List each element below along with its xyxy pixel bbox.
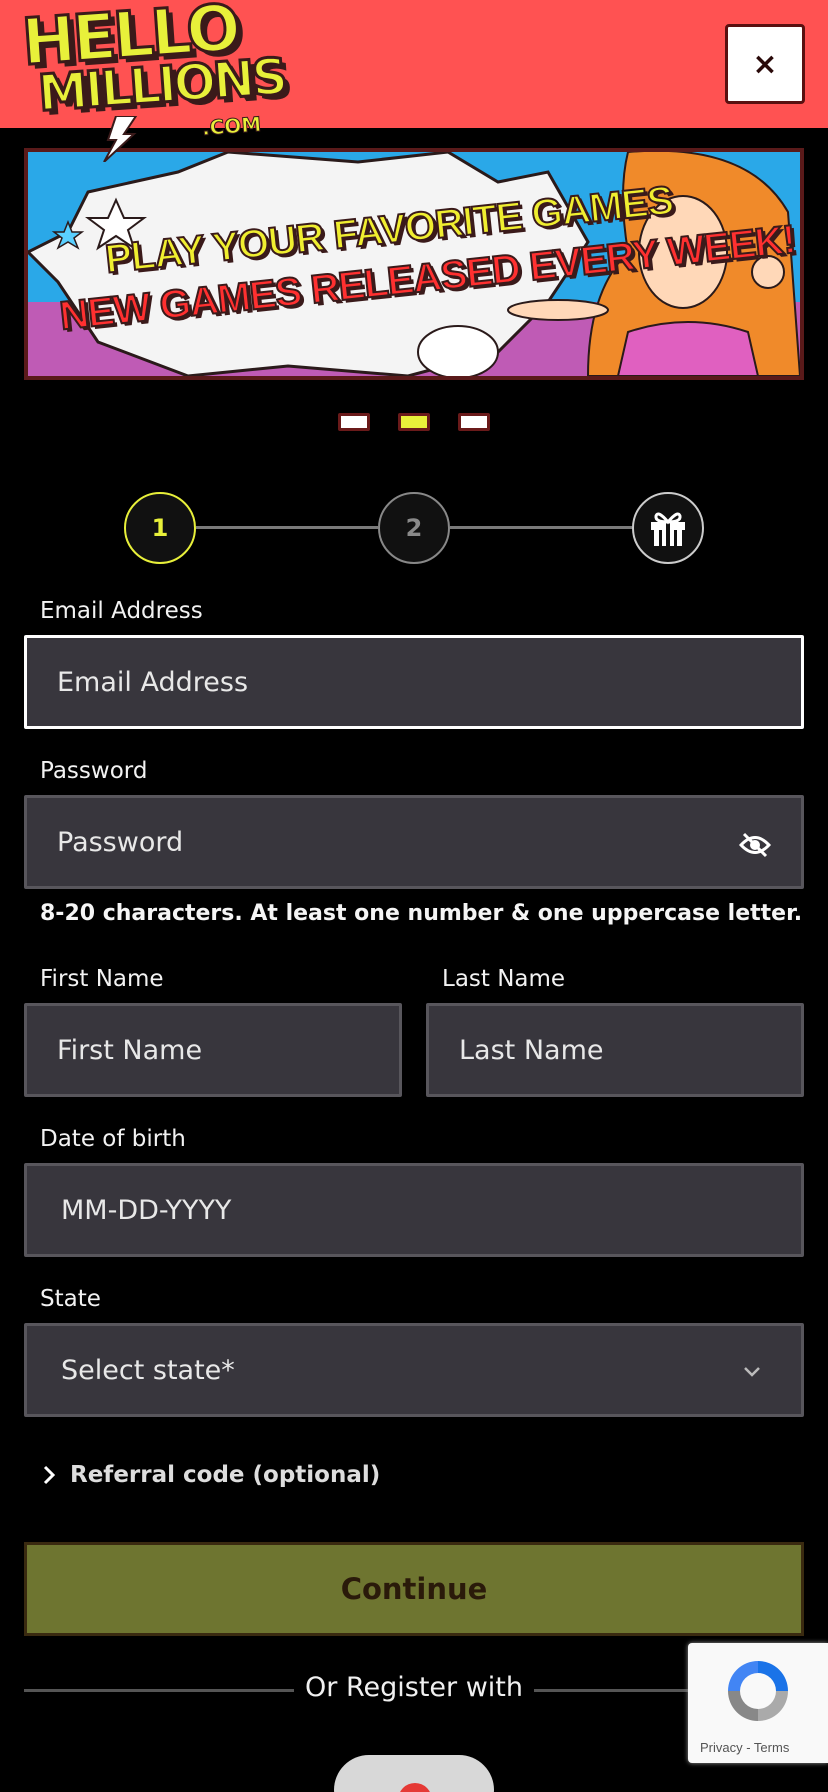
- lightning-bolt-icon: [103, 116, 138, 162]
- step-connector: [450, 526, 632, 529]
- password-hint: 8-20 characters. At least one number & o…: [40, 901, 803, 926]
- first-name-label: First Name: [40, 966, 164, 992]
- step-1: 1: [124, 492, 196, 564]
- chevron-down-icon: [744, 1367, 760, 1377]
- state-select[interactable]: Select state*: [24, 1323, 804, 1417]
- last-name-label: Last Name: [442, 966, 566, 992]
- social-register-button[interactable]: [334, 1755, 494, 1792]
- carousel-dot[interactable]: [458, 413, 490, 431]
- logo-text-com: .COM: [201, 111, 263, 141]
- first-name-input[interactable]: First Name: [24, 1003, 402, 1097]
- dob-input[interactable]: MM-DD-YYYY: [24, 1163, 804, 1257]
- carousel-indicators: [0, 413, 828, 433]
- gift-icon: [651, 512, 685, 546]
- google-icon: [398, 1783, 432, 1792]
- continue-label: Continue: [340, 1572, 488, 1606]
- recaptcha-icon: [728, 1661, 788, 1721]
- step-2: 2: [378, 492, 450, 564]
- state-selected-value: Select state*: [61, 1354, 235, 1386]
- recaptcha-badge[interactable]: Privacy - Terms: [688, 1643, 828, 1763]
- state-label: State: [40, 1286, 101, 1312]
- first-name-placeholder: First Name: [57, 1034, 203, 1066]
- recaptcha-links[interactable]: Privacy - Terms: [700, 1740, 789, 1755]
- chevron-right-icon: [43, 1465, 56, 1485]
- password-placeholder: Password: [57, 826, 184, 858]
- close-icon: ×: [752, 46, 778, 82]
- step-reward: [632, 492, 704, 564]
- continue-button[interactable]: Continue: [24, 1542, 804, 1636]
- or-register-label: Or Register with: [305, 1672, 523, 1703]
- dob-label: Date of birth: [40, 1126, 186, 1152]
- referral-code-toggle[interactable]: Referral code (optional): [42, 1462, 380, 1488]
- last-name-input[interactable]: Last Name: [426, 1003, 804, 1097]
- email-label: Email Address: [40, 598, 203, 624]
- step-connector: [196, 526, 378, 529]
- carousel-dot[interactable]: [338, 413, 370, 431]
- referral-code-label: Referral code (optional): [70, 1462, 381, 1488]
- password-input[interactable]: Password: [24, 795, 804, 889]
- promo-banner[interactable]: PLAY YOUR FAVORITE GAMES NEW GAMES RELEA…: [24, 148, 804, 380]
- registration-stepper: 1 2: [0, 490, 828, 566]
- close-button[interactable]: ×: [725, 24, 805, 104]
- email-placeholder: Email Address: [57, 666, 249, 698]
- eye-off-icon[interactable]: [739, 832, 771, 858]
- logo-text-millions: MILLIONS: [35, 46, 288, 124]
- carousel-dot-active[interactable]: [398, 413, 430, 431]
- password-label: Password: [40, 758, 148, 784]
- email-input[interactable]: Email Address: [24, 635, 804, 729]
- hello-millions-logo: HELLO MILLIONS .COM: [18, 0, 288, 162]
- dob-placeholder: MM-DD-YYYY: [61, 1194, 232, 1226]
- or-register-divider: Or Register with: [24, 1672, 804, 1708]
- last-name-placeholder: Last Name: [459, 1034, 604, 1066]
